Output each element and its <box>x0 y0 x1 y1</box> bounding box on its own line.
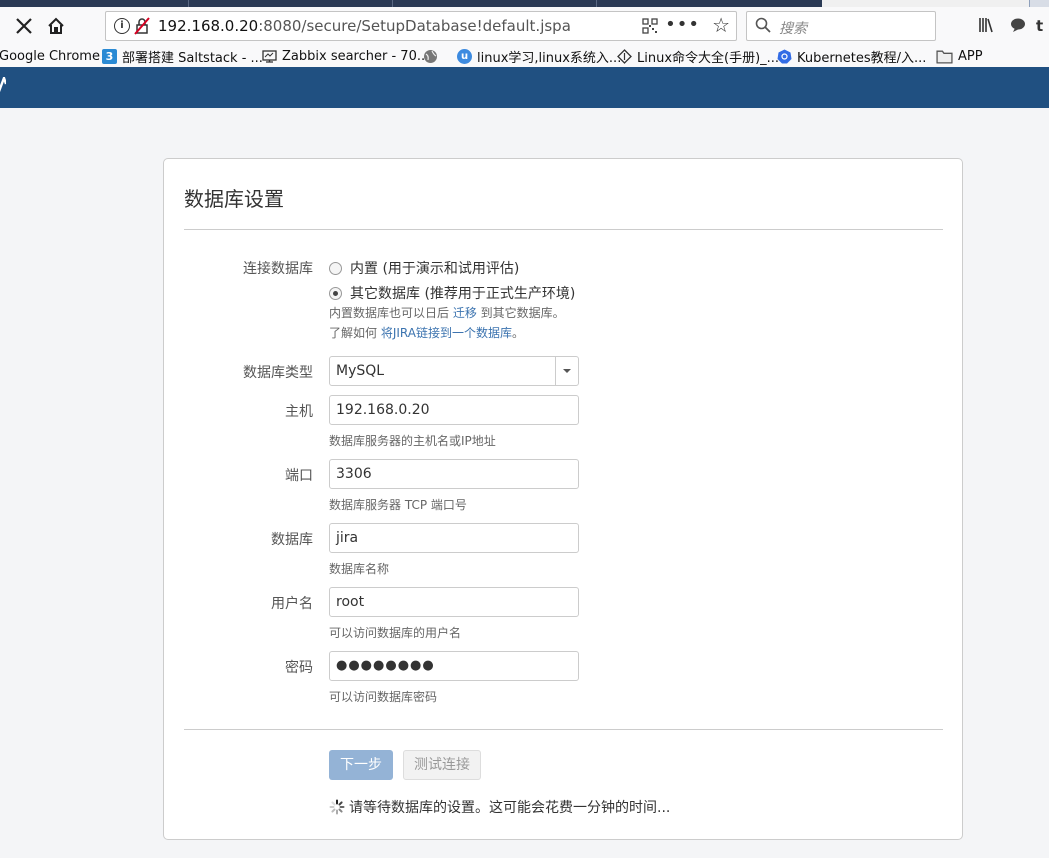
insecure-lock-icon[interactable] <box>134 17 150 35</box>
qr-code-icon[interactable] <box>642 18 658 34</box>
extension-icon[interactable]: t <box>1036 16 1049 36</box>
db-type-value: MySQL <box>336 363 385 379</box>
bookmark-linux-study[interactable]: u linux学习,linux系统入... <box>457 47 622 66</box>
radio-builtin-option[interactable]: 内置 (用于演示和试用评估) <box>329 258 519 278</box>
bookmark-label: Zabbix searcher - 70... <box>282 48 430 64</box>
info-icon[interactable]: i <box>114 18 130 34</box>
tab-strip-dark <box>0 0 822 7</box>
tab-separator <box>392 0 393 7</box>
library-icon[interactable] <box>976 16 996 36</box>
folder-icon <box>936 50 953 64</box>
bookmark-label: 部署搭建 Saltstack - ... <box>122 50 263 66</box>
bookmark-label: linux学习,linux系统入... <box>477 50 622 66</box>
bookmarks-toolbar: Google Chrome 3 部署搭建 Saltstack - ... Zab… <box>0 45 1049 67</box>
bookmark-globe[interactable] <box>423 47 443 65</box>
radio-other-label: 其它数据库 (推荐用于正式生产环境) <box>350 286 576 302</box>
radio-other-option[interactable]: 其它数据库 (推荐用于正式生产环境) <box>329 283 575 303</box>
chevron-down-icon[interactable] <box>555 357 578 385</box>
navigation-toolbar: i 192.168.0.20:8080/secure/SetupDatabase… <box>0 7 1049 45</box>
radio-builtin-label: 内置 (用于演示和试用评估) <box>350 261 520 277</box>
bookmark-google-chrome[interactable]: Google Chrome <box>0 47 100 65</box>
bookmark-label: Linux命令大全(手册)_... <box>637 50 780 66</box>
search-bar[interactable]: 搜索 <box>746 11 936 41</box>
test-connection-button[interactable]: 测试连接 <box>403 750 481 780</box>
migrate-note-text-end: 到其它数据库。 <box>476 306 565 320</box>
tab-separator <box>596 0 597 7</box>
connect-database-link[interactable]: 将JIRA链接到一个数据库 <box>381 326 512 340</box>
password-hint: 可以访问数据库密码 <box>329 690 438 704</box>
next-button[interactable]: 下一步 <box>329 750 393 780</box>
monitor-icon <box>262 49 277 63</box>
connection-label: 连接数据库 <box>243 261 313 277</box>
app-header <box>0 67 1049 108</box>
bookmark-saltstack[interactable]: 3 部署搭建 Saltstack - ... <box>102 47 263 66</box>
port-hint: 数据库服务器 TCP 端口号 <box>329 498 467 512</box>
chat-icon[interactable] <box>1008 16 1028 36</box>
learn-note-text: 了解如何 <box>329 326 381 340</box>
database-label: 数据库 <box>271 532 313 548</box>
globe-icon <box>424 49 437 63</box>
title-divider <box>184 229 943 230</box>
logo-icon[interactable] <box>0 74 8 100</box>
password-input[interactable]: ●●●●●●●● <box>329 651 579 681</box>
db-type-select[interactable]: MySQL <box>329 356 579 386</box>
host-input[interactable]: 192.168.0.20 <box>329 395 579 425</box>
home-icon[interactable] <box>42 13 70 39</box>
database-input[interactable]: jira <box>329 523 579 553</box>
username-label: 用户名 <box>271 596 313 612</box>
tab-strip-corner <box>1029 0 1049 7</box>
tab-separator <box>188 0 189 7</box>
url-path: :8080/secure/SetupDatabase!default.jspa <box>258 17 571 35</box>
spinner-icon <box>329 799 345 815</box>
url-bar[interactable]: i 192.168.0.20:8080/secure/SetupDatabase… <box>105 11 737 41</box>
blue-circle-icon: u <box>457 48 472 64</box>
database-setup-panel: 数据库设置 连接数据库 内置 (用于演示和试用评估) 其它数据库 (推荐用于正式… <box>163 158 963 840</box>
tab-strip <box>0 0 1049 7</box>
bookmark-zabbix[interactable]: Zabbix searcher - 70... <box>262 47 429 65</box>
bookmark-linux-commands[interactable]: Linux命令大全(手册)_... <box>617 47 780 66</box>
migrate-link[interactable]: 迁移 <box>453 306 477 320</box>
stop-icon[interactable] <box>10 13 38 39</box>
wait-message-text: 请等待数据库的设置。这可能会花费一分钟的时间... <box>349 800 671 816</box>
url-host: 192.168.0.20 <box>158 17 259 35</box>
migrate-note: 内置数据库也可以日后 迁移 到其它数据库。 <box>329 304 565 321</box>
radio-other[interactable] <box>329 286 342 300</box>
radio-builtin[interactable] <box>329 261 342 275</box>
bookmark-folder-app[interactable]: APP <box>936 47 983 65</box>
wait-message: 请等待数据库的设置。这可能会花费一分钟的时间... <box>329 797 670 817</box>
learn-note-text-end: 。 <box>511 326 524 340</box>
password-label: 密码 <box>285 660 313 676</box>
username-input[interactable]: root <box>329 587 579 617</box>
url-text: 192.168.0.20:8080/secure/SetupDatabase!d… <box>158 17 571 35</box>
search-placeholder: 搜索 <box>779 21 807 37</box>
form-divider <box>184 729 943 730</box>
username-hint: 可以访问数据库的用户名 <box>329 626 462 640</box>
database-hint: 数据库名称 <box>329 562 390 576</box>
blue-3-icon: 3 <box>102 48 117 64</box>
bookmark-kubernetes[interactable]: Kubernetes教程/入... <box>777 47 927 66</box>
host-hint: 数据库服务器的主机名或IP地址 <box>329 434 496 448</box>
bookmark-label: APP <box>958 48 983 64</box>
learn-note: 了解如何 将JIRA链接到一个数据库。 <box>329 324 524 341</box>
diamond-icon <box>617 48 632 64</box>
migrate-note-text: 内置数据库也可以日后 <box>329 306 453 320</box>
bookmark-label: Kubernetes教程/入... <box>797 50 927 66</box>
port-input[interactable]: 3306 <box>329 459 579 489</box>
bookmark-star-icon[interactable]: ☆ <box>712 13 730 37</box>
page-title: 数据库设置 <box>184 187 284 211</box>
page-actions-icon[interactable]: ••• <box>665 14 700 35</box>
bookmark-label: Google Chrome <box>0 48 100 64</box>
host-label: 主机 <box>285 404 313 420</box>
port-label: 端口 <box>285 468 313 484</box>
search-icon <box>755 17 771 33</box>
db-type-label: 数据库类型 <box>243 365 313 381</box>
kubernetes-icon <box>777 49 792 63</box>
